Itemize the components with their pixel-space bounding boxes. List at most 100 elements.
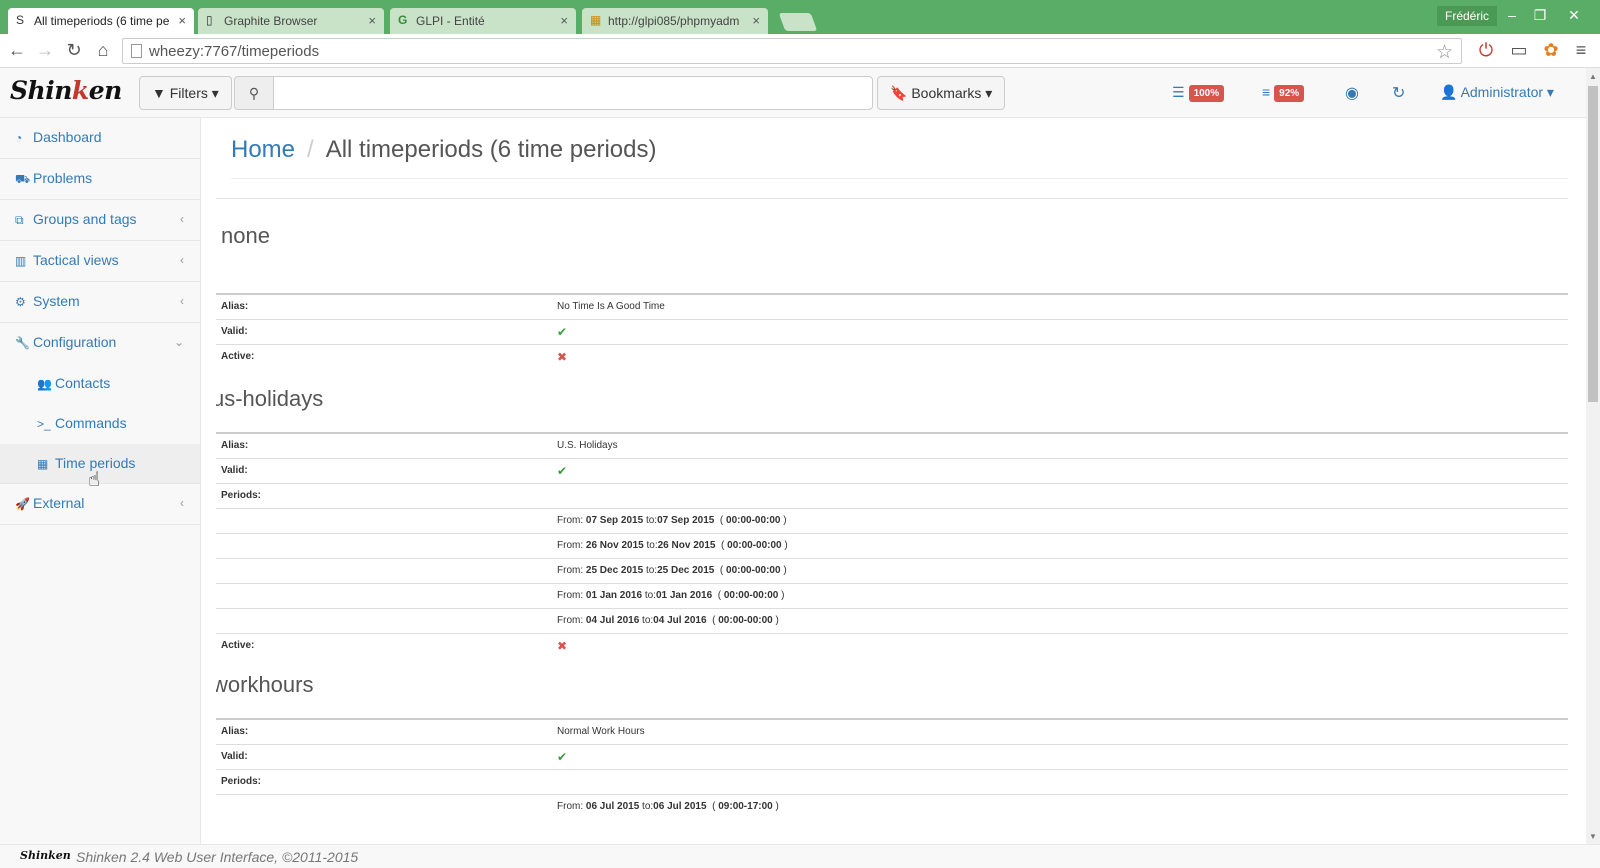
- services-problems-indicator[interactable]: ≡ 92%: [1262, 84, 1305, 102]
- sidebar-item-label: External: [33, 495, 85, 511]
- cast-icon[interactable]: ▭: [1508, 40, 1530, 61]
- period-from: 06 Jul 2015: [585, 801, 640, 813]
- scroll-up-icon[interactable]: ▲: [1589, 72, 1597, 81]
- user-name: Administrator: [1460, 84, 1544, 100]
- bookmark-star-icon[interactable]: ☆: [1436, 41, 1453, 64]
- close-icon[interactable]: ×: [368, 13, 376, 28]
- valid-label: Valid:: [216, 743, 552, 769]
- scroll-down-icon[interactable]: ▼: [1589, 832, 1597, 841]
- sidebar-subitem-contacts[interactable]: 👥 Contacts: [0, 364, 200, 404]
- sidebar-item-dashboard[interactable]: ◔ Dashboard: [0, 118, 200, 159]
- ambulance-icon: ⛟: [15, 172, 31, 186]
- scrollbar-thumb[interactable]: [1588, 86, 1598, 402]
- periods-label: Periods:: [216, 482, 552, 508]
- period-text: ): [784, 540, 788, 551]
- sidebar-item-configuration[interactable]: 🔧 Configuration ⌄: [0, 323, 200, 364]
- sidebar-item-label: System: [33, 293, 80, 309]
- alias-value: No Time Is A Good Time: [552, 293, 1568, 319]
- search-icon[interactable]: ⚲: [234, 76, 274, 110]
- tab-title: http://glpi085/phpmyadm: [608, 14, 740, 28]
- sidebar-item-groups-and-tags[interactable]: ⧉ Groups and tags ‹: [0, 200, 200, 241]
- refresh-icon[interactable]: ↻: [1392, 83, 1405, 103]
- user-menu[interactable]: 👤 Administrator ▾: [1440, 84, 1554, 101]
- sidebar-subitem-commands[interactable]: >_ Commands: [0, 404, 200, 444]
- search-input[interactable]: [273, 76, 873, 110]
- chrome-menu-icon[interactable]: ≡: [1570, 40, 1592, 61]
- shinken-logo[interactable]: Shinken: [10, 76, 122, 105]
- sidebar-item-system[interactable]: ⚙ System ‹: [0, 282, 200, 323]
- period-text: to:: [645, 565, 658, 576]
- period-text: to:: [644, 590, 656, 601]
- check-icon: ✔: [557, 749, 568, 764]
- period-text: (: [719, 515, 724, 526]
- period-from: 04 Jul 2016: [585, 615, 640, 626]
- timeperiod-title: workhours: [216, 672, 314, 697]
- forward-icon[interactable]: →: [34, 40, 56, 61]
- period-row: From: 07 Sep 2015 to:07 Sep 2015 ( 00:00…: [216, 507, 1568, 533]
- minimize-icon[interactable]: –: [1498, 7, 1526, 23]
- sidebar-item-tactical-views[interactable]: ▥ Tactical views ‹: [0, 241, 200, 282]
- close-icon[interactable]: ×: [752, 13, 760, 28]
- filter-icon: ▼: [152, 85, 170, 101]
- hosts-problems-indicator[interactable]: ☰ 100%: [1172, 84, 1225, 102]
- close-icon[interactable]: ×: [560, 13, 568, 28]
- bar-chart-icon: ▥: [15, 254, 27, 268]
- glpi-favicon-icon: G: [398, 13, 408, 27]
- home-icon[interactable]: ⌂: [92, 40, 114, 61]
- period-range: 00:00-00:00: [723, 590, 779, 601]
- timeperiod-title: none: [221, 223, 270, 248]
- footer: Shinken Shinken 2.4 Web User Interface, …: [0, 844, 1600, 868]
- services-badge: 92%: [1274, 85, 1305, 102]
- eye-icon[interactable]: ◉: [1345, 83, 1359, 103]
- server-icon: ☰: [1172, 84, 1185, 100]
- breadcrumb-home-link[interactable]: Home: [231, 136, 295, 163]
- caret-down-icon: ▾: [981, 85, 993, 101]
- reload-icon[interactable]: ↻: [63, 40, 85, 61]
- period-to: 07 Sep 2015: [657, 515, 715, 526]
- new-tab-button[interactable]: [778, 13, 818, 31]
- timeperiod-title: us-holidays: [216, 386, 324, 411]
- app-header: Shinken ▼ Filters ▾ ⚲ 🔖 Bookmarks ▾ ☰ 100…: [0, 68, 1586, 118]
- phpmyadmin-favicon-icon: ▦: [590, 13, 602, 27]
- sidebar-item-label: Contacts: [55, 375, 111, 391]
- color-extension-icon[interactable]: ✿: [1540, 40, 1562, 61]
- shinken-favicon-icon: S: [16, 13, 25, 27]
- period-text: From:: [557, 801, 584, 813]
- alias-label: Alias:: [216, 293, 552, 319]
- valid-label: Valid:: [216, 457, 552, 483]
- page-icon: [131, 44, 142, 58]
- period-text: to:: [646, 540, 658, 551]
- dashboard-icon: ◔: [15, 131, 23, 145]
- adblock-icon[interactable]: ⏻: [1475, 40, 1497, 61]
- period-text: ): [783, 515, 787, 526]
- gears-icon: ⚙: [15, 295, 26, 309]
- table-row: Periods:: [216, 768, 1568, 794]
- back-icon[interactable]: ←: [6, 40, 28, 61]
- tab-graphite[interactable]: ▯ Graphite Browser ×: [198, 8, 384, 34]
- period-text: From:: [557, 515, 584, 526]
- restore-icon[interactable]: ❐: [1526, 7, 1554, 24]
- sidebar-item-problems[interactable]: ⛟ Problems: [0, 159, 200, 200]
- page-scrollbar[interactable]: ▲ ▼: [1586, 68, 1600, 844]
- browser-user[interactable]: Frédéric: [1437, 6, 1498, 26]
- terminal-icon: >_: [37, 417, 51, 431]
- period-text: ): [781, 590, 785, 601]
- browser-toolbar: ← → ↻ ⌂ wheezy:7767/timeperiods ☆ ⏻ ▭ ✿ …: [0, 34, 1600, 68]
- period-text: to:: [642, 801, 654, 813]
- breadcrumb: Home / All timeperiods (6 time periods): [231, 136, 657, 164]
- period-text: From:: [557, 540, 584, 551]
- sidebar-item-label: Tactical views: [33, 252, 119, 268]
- address-bar[interactable]: wheezy:7767/timeperiods ☆: [122, 38, 1462, 64]
- tab-timeperiods[interactable]: S All timeperiods (6 time pe ×: [8, 8, 194, 34]
- tab-glpi[interactable]: G GLPI - Entité ×: [390, 8, 576, 34]
- active-label: Active:: [216, 343, 552, 369]
- window-close-icon[interactable]: ✕: [1560, 7, 1588, 24]
- tab-phpmyadmin[interactable]: ▦ http://glpi085/phpmyadm ×: [582, 8, 768, 34]
- period-row: From: 06 Jul 2015 to:06 Jul 2015 ( 09:00…: [216, 793, 1568, 819]
- filters-button[interactable]: ▼ Filters ▾: [139, 76, 232, 110]
- period-to: 25 Dec 2015: [657, 565, 715, 576]
- period-text: to:: [645, 515, 658, 526]
- period-text: From:: [557, 590, 584, 601]
- close-icon[interactable]: ×: [178, 13, 186, 28]
- bookmarks-button[interactable]: 🔖 Bookmarks ▾: [877, 76, 1006, 110]
